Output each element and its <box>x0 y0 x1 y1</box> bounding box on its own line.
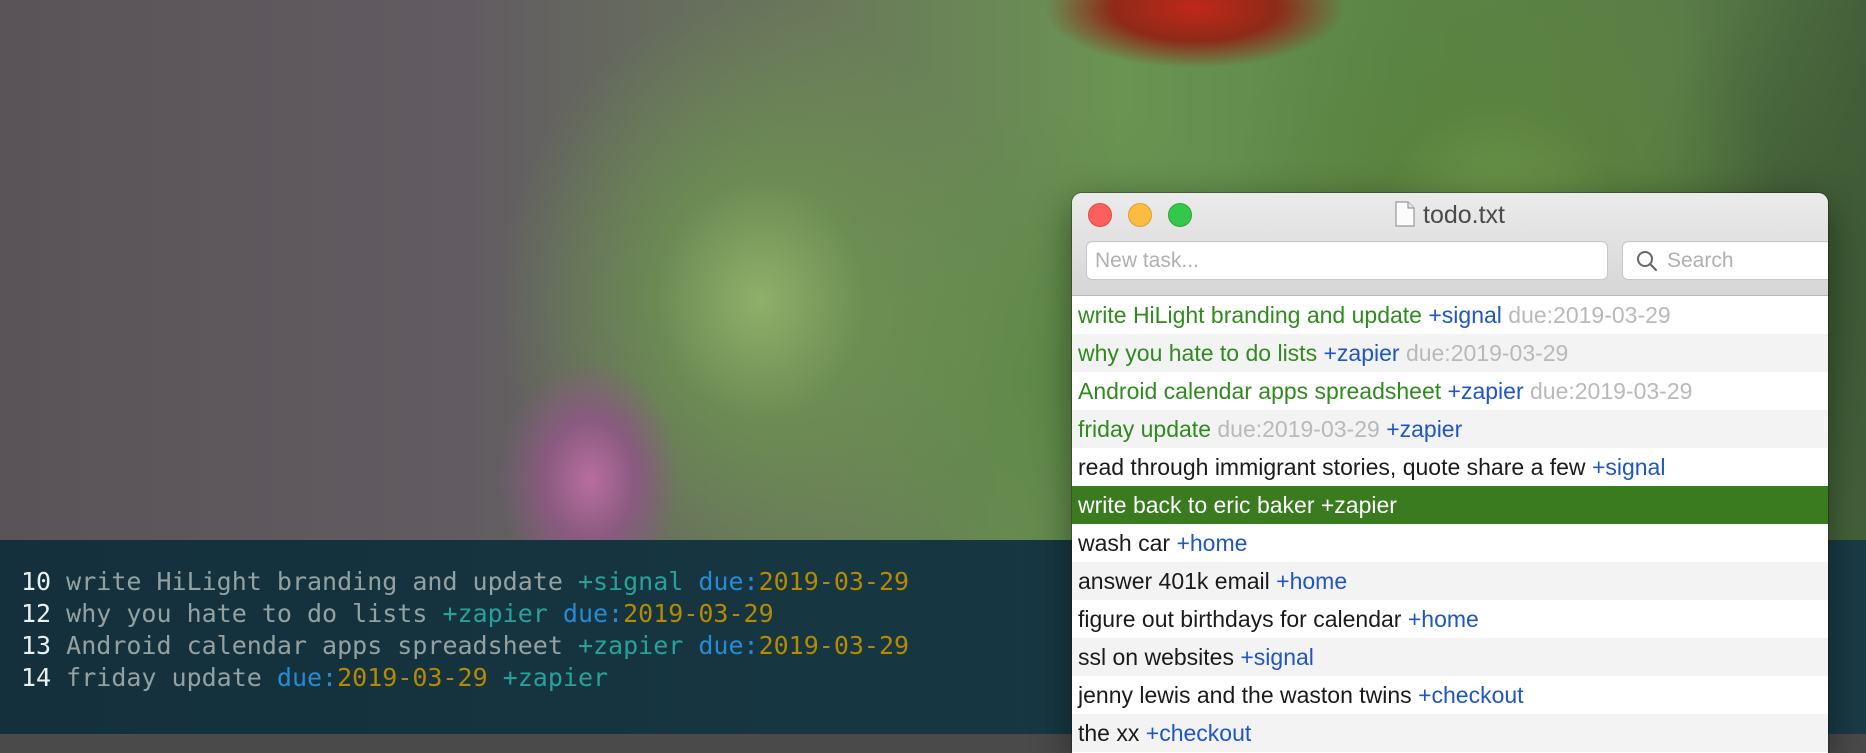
terminal-line: 12 why you hate to do lists +zapier due:… <box>21 599 774 628</box>
terminal-line: 14 friday update due:2019-03-29 +zapier <box>21 663 608 692</box>
task-text: write back to eric baker <box>1078 492 1315 518</box>
task-row[interactable]: friday update due:2019-03-29 +zapier <box>1072 410 1828 448</box>
due-date: due:2019-03-29 <box>1530 378 1693 404</box>
task-row[interactable]: read through immigrant stories, quote sh… <box>1072 448 1828 486</box>
terminal-due-key: due: <box>698 631 759 660</box>
terminal-project-tag: +zapier <box>577 631 684 660</box>
terminal-line: 10 write HiLight branding and update +si… <box>21 567 909 596</box>
search-input[interactable] <box>1622 241 1828 280</box>
terminal-due-date: 2019-03-29 <box>758 567 910 596</box>
line-number: 10 <box>21 567 52 596</box>
due-date: due:2019-03-29 <box>1217 416 1380 442</box>
title-bar[interactable]: todo.txt <box>1072 193 1828 296</box>
document-icon <box>1395 201 1415 227</box>
project-tag: +home <box>1176 530 1248 556</box>
task-row[interactable]: write back to eric baker +zapier <box>1072 486 1828 524</box>
todo-window: todo.txt write HiLight branding and upda… <box>1072 193 1828 753</box>
task-text: ssl on websites <box>1078 644 1234 670</box>
terminal-task-text: write HiLight branding and update <box>66 567 563 596</box>
task-row[interactable]: answer 401k email +home <box>1072 562 1828 600</box>
task-row[interactable]: jenny lewis and the waston twins +checko… <box>1072 676 1828 714</box>
terminal-task-text: Android calendar apps spreadsheet <box>66 631 563 660</box>
project-tag: +checkout <box>1145 720 1252 746</box>
terminal-project-tag: +signal <box>577 567 684 596</box>
task-row[interactable]: Android calendar apps spreadsheet +zapie… <box>1072 372 1828 410</box>
task-text: the xx <box>1078 720 1140 746</box>
project-tag: +checkout <box>1418 682 1524 708</box>
due-date: due:2019-03-29 <box>1508 302 1671 328</box>
project-tag: +signal <box>1428 302 1502 328</box>
terminal-project-tag: +zapier <box>442 599 548 628</box>
project-tag: +zapier <box>1386 416 1463 442</box>
task-text: jenny lewis and the waston twins <box>1078 682 1412 708</box>
task-row[interactable]: ssl on websites +signal <box>1072 638 1828 676</box>
task-list: write HiLight branding and update +signa… <box>1072 296 1828 752</box>
project-tag: +home <box>1407 606 1479 632</box>
terminal-task-text: friday update <box>66 663 262 692</box>
terminal-due-key: due: <box>276 663 338 692</box>
terminal-due-date: 2019-03-29 <box>758 631 910 660</box>
new-task-input[interactable] <box>1086 241 1608 280</box>
project-tag: +signal <box>1240 644 1314 670</box>
line-number: 13 <box>21 631 52 660</box>
project-tag: +zapier <box>1320 492 1397 518</box>
task-row[interactable]: write HiLight branding and update +signa… <box>1072 296 1828 334</box>
terminal-due-key: due: <box>698 567 759 596</box>
project-tag: +home <box>1276 568 1348 594</box>
terminal-due-key: due: <box>562 599 624 628</box>
due-date: due:2019-03-29 <box>1405 340 1569 366</box>
terminal-project-tag: +zapier <box>502 663 609 692</box>
project-tag: +zapier <box>1323 340 1400 366</box>
task-text: why you hate to do lists <box>1078 340 1318 366</box>
terminal-task-text: why you hate to do lists <box>66 599 428 628</box>
task-text: friday update <box>1078 416 1211 442</box>
project-tag: +zapier <box>1447 378 1524 404</box>
task-row[interactable]: why you hate to do lists +zapier due:201… <box>1072 334 1828 372</box>
line-number: 14 <box>21 663 52 692</box>
terminal-line: 13 Android calendar apps spreadsheet +za… <box>21 631 909 660</box>
line-number: 12 <box>21 599 52 628</box>
task-row[interactable]: wash car +home <box>1072 524 1828 562</box>
task-row[interactable]: figure out birthdays for calendar +home <box>1072 600 1828 638</box>
task-text: wash car <box>1078 530 1171 556</box>
task-row[interactable]: the xx +checkout <box>1072 714 1828 752</box>
task-text: write HiLight branding and update <box>1078 302 1422 328</box>
window-title-text: todo.txt <box>1423 201 1505 229</box>
terminal-due-date: 2019-03-29 <box>623 599 774 628</box>
task-text: figure out birthdays for calendar <box>1078 606 1402 632</box>
terminal-due-date: 2019-03-29 <box>337 663 488 692</box>
search-box <box>1622 241 1828 280</box>
task-text: read through immigrant stories, quote sh… <box>1078 454 1586 480</box>
task-text: Android calendar apps spreadsheet <box>1078 378 1442 404</box>
window-title: todo.txt <box>1072 198 1828 232</box>
task-text: answer 401k email <box>1078 568 1270 594</box>
project-tag: +signal <box>1591 454 1666 480</box>
